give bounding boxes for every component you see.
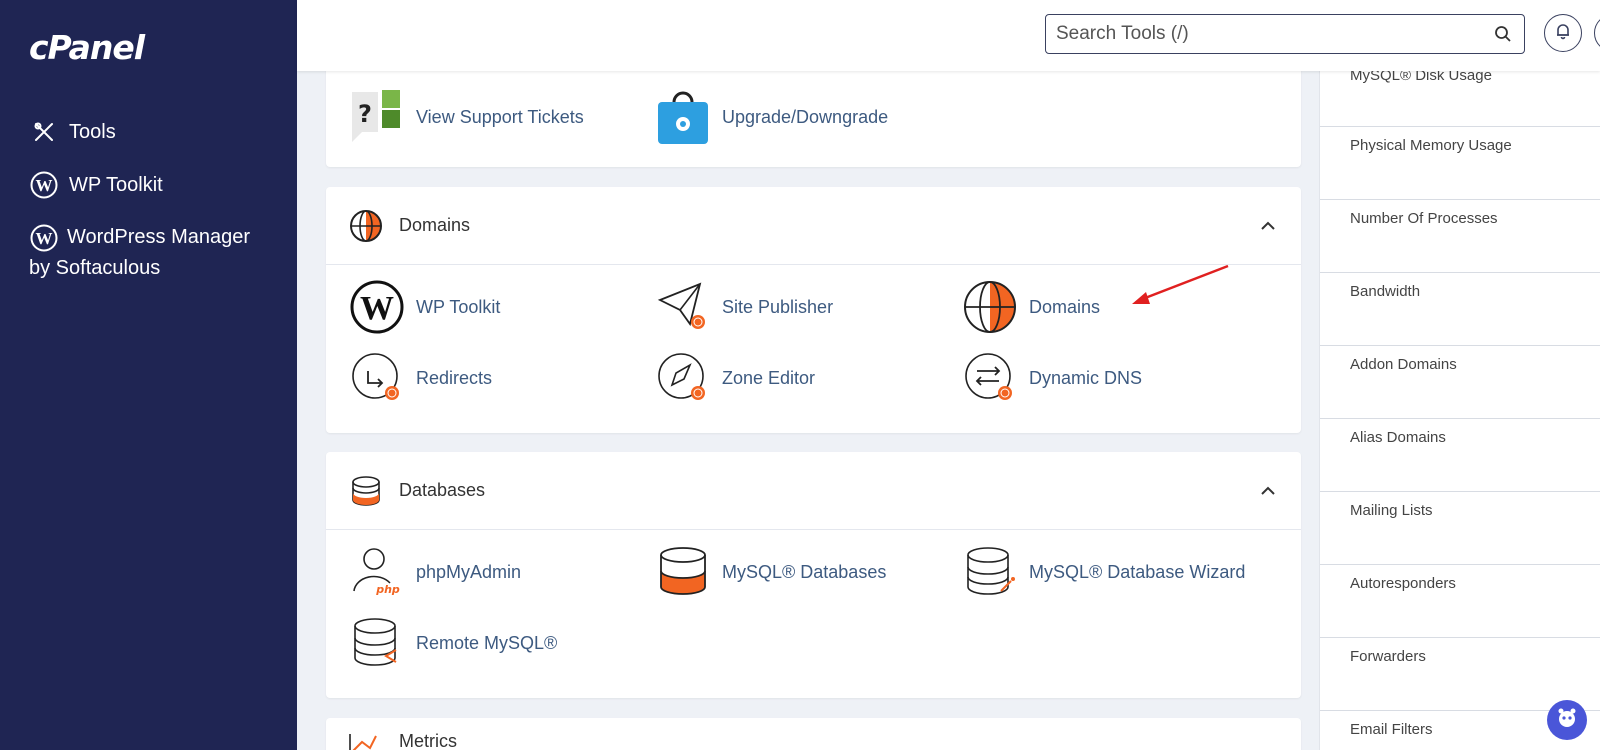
tool-label: MySQL® Databases xyxy=(722,561,887,582)
section-header[interactable]: Databases xyxy=(326,452,1301,530)
database-icon xyxy=(348,473,384,509)
wordpress-icon: W xyxy=(29,170,59,200)
tool-dynamic-dns[interactable]: Dynamic DNS xyxy=(961,349,1142,407)
svg-text:php: php xyxy=(375,583,400,596)
tool-upgrade-downgrade[interactable]: Upgrade/Downgrade xyxy=(654,88,888,146)
tool-remote-mysql[interactable]: Remote MySQL® xyxy=(348,614,557,672)
wordpress-icon: W xyxy=(348,278,406,336)
svg-text:W: W xyxy=(360,290,394,327)
globe-icon xyxy=(348,208,384,244)
stat-label: Mailing Lists xyxy=(1350,502,1433,519)
database-wizard-icon xyxy=(961,543,1019,601)
section-header[interactable]: Domains xyxy=(326,187,1301,265)
tool-label: Upgrade/Downgrade xyxy=(722,106,889,127)
sidebar-item-tools[interactable]: Tools xyxy=(29,117,116,147)
stat-label: Bandwidth xyxy=(1350,283,1421,300)
tool-label: MySQL® Database Wizard xyxy=(1029,561,1246,582)
stat-item: Forwarders xyxy=(1320,638,1600,711)
stat-label: Number Of Processes xyxy=(1350,210,1498,227)
notifications-button[interactable] xyxy=(1544,14,1582,52)
stat-item: Mailing Lists xyxy=(1320,492,1600,565)
stat-item: Bandwidth xyxy=(1320,273,1600,346)
user-menu-button[interactable] xyxy=(1594,14,1600,52)
stat-item: Autoresponders xyxy=(1320,565,1600,638)
tool-view-support-tickets[interactable]: ? View Support Tickets xyxy=(348,88,584,146)
support-tickets-icon: ? xyxy=(348,88,406,146)
top-header xyxy=(297,0,1600,71)
stat-item: Alias Domains xyxy=(1320,419,1600,492)
chat-bot-icon xyxy=(1555,706,1579,735)
remote-database-icon xyxy=(348,614,406,672)
metrics-icon xyxy=(348,726,384,750)
tool-label: Domains xyxy=(1029,296,1101,317)
tool-phpmyadmin[interactable]: php phpMyAdmin xyxy=(348,543,521,601)
stat-label: Forwarders xyxy=(1350,648,1426,665)
domains-section: Domains W WP Toolkit Site Publisher Doma… xyxy=(326,187,1301,433)
stat-label: Addon Domains xyxy=(1350,356,1457,373)
stat-item: Physical Memory Usage xyxy=(1320,127,1600,200)
search-icon[interactable] xyxy=(1492,23,1514,45)
wordpress-icon: W xyxy=(29,223,59,253)
tools-icon xyxy=(29,117,59,147)
stat-label: Alias Domains xyxy=(1350,429,1446,446)
search-box xyxy=(1045,14,1525,54)
database-icon xyxy=(654,543,712,601)
sidebar-item-wp-toolkit[interactable]: W WP Toolkit xyxy=(29,170,163,200)
databases-section: Databases php phpMyAdmin MySQL® Database… xyxy=(326,452,1301,698)
swap-arrows-icon xyxy=(961,349,1019,407)
section-title: Domains xyxy=(399,215,471,235)
rocket-icon xyxy=(654,349,712,407)
section-title: Databases xyxy=(399,480,486,500)
redirect-icon xyxy=(348,349,406,407)
stat-item: Addon Domains xyxy=(1320,346,1600,419)
sidebar-item-label: WP Toolkit xyxy=(69,174,163,196)
tool-label: Redirects xyxy=(416,367,493,388)
tool-domains[interactable]: Domains xyxy=(961,278,1100,336)
tool-label: Site Publisher xyxy=(722,296,834,317)
sidebar: cPanel Tools W WP Toolkit W WordPress Ma… xyxy=(0,0,297,750)
svg-text:W: W xyxy=(36,176,53,195)
sidebar-item-label: Tools xyxy=(69,121,116,143)
tool-zone-editor[interactable]: Zone Editor xyxy=(654,349,815,407)
upgrade-bag-icon xyxy=(654,88,712,146)
globe-icon xyxy=(961,278,1019,336)
phpmyadmin-icon: php xyxy=(348,543,406,601)
chat-support-button[interactable] xyxy=(1547,700,1587,740)
tool-mysql-databases[interactable]: MySQL® Databases xyxy=(654,543,886,601)
tool-redirects[interactable]: Redirects xyxy=(348,349,492,407)
section-header[interactable]: Metrics xyxy=(348,726,457,750)
tool-mysql-database-wizard[interactable]: MySQL® Database Wizard xyxy=(961,543,1245,601)
sidebar-item-wordpress-manager[interactable]: W WordPress Manager by Softaculous xyxy=(29,222,269,283)
svg-text:?: ? xyxy=(358,100,372,128)
paper-plane-icon xyxy=(654,278,712,336)
stat-label: Autoresponders xyxy=(1350,575,1456,592)
stat-label: Email Filters xyxy=(1350,721,1433,738)
tool-label: WP Toolkit xyxy=(416,296,501,317)
tool-site-publisher[interactable]: Site Publisher xyxy=(654,278,833,336)
chevron-up-icon[interactable] xyxy=(1257,215,1279,237)
tool-label: Dynamic DNS xyxy=(1029,367,1143,388)
search-input[interactable] xyxy=(1056,23,1492,45)
statistics-panel: MySQL® Disk Usage Physical Memory Usage … xyxy=(1319,67,1600,750)
cpanel-logo[interactable]: cPanel xyxy=(29,28,145,67)
tool-label: View Support Tickets xyxy=(416,106,584,127)
stat-item: Number Of Processes xyxy=(1320,200,1600,273)
tool-label: Remote MySQL® xyxy=(416,632,558,653)
tool-label: phpMyAdmin xyxy=(416,561,522,582)
svg-text:W: W xyxy=(36,229,53,248)
stat-label: Physical Memory Usage xyxy=(1350,137,1512,154)
section-title: Metrics xyxy=(399,730,457,750)
metrics-section: Metrics xyxy=(326,718,1301,750)
chevron-up-icon[interactable] xyxy=(1257,480,1279,502)
tool-wp-toolkit[interactable]: W WP Toolkit xyxy=(348,278,500,336)
sidebar-item-label: WordPress Manager by Softaculous xyxy=(29,226,251,279)
bell-icon xyxy=(1554,22,1572,45)
tool-label: Zone Editor xyxy=(722,367,816,388)
